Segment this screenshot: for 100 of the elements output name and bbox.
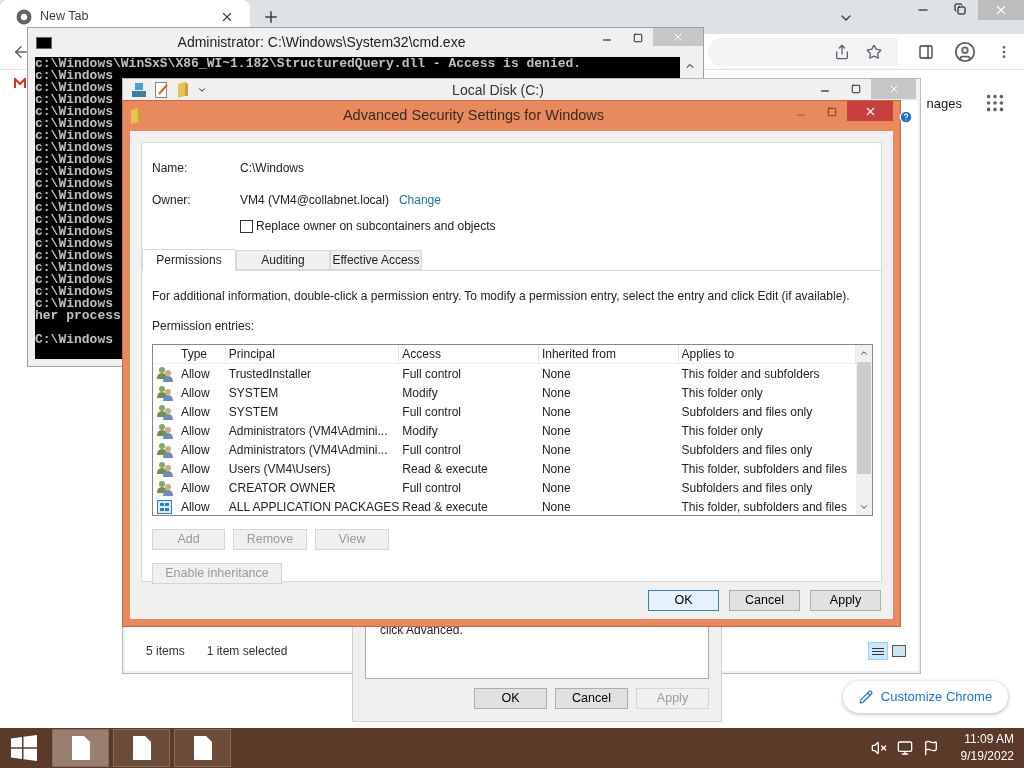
- profile-icon[interactable]: [954, 40, 976, 63]
- taskbar-button[interactable]: [52, 729, 109, 767]
- table-cell-text: This folder, subfolders and files: [680, 460, 848, 478]
- tab[interactable]: Auditing: [236, 250, 330, 270]
- help-icon[interactable]: [899, 110, 913, 124]
- dialog-button[interactable]: OK: [474, 688, 547, 709]
- start-icon[interactable]: [11, 735, 37, 761]
- maximize-icon[interactable]: [851, 84, 861, 94]
- dialog-button[interactable]: Cancel: [729, 590, 800, 611]
- scroll-thumb[interactable]: [857, 362, 871, 474]
- network-icon[interactable]: [896, 740, 913, 756]
- table-cell-text: Subfolders and files only: [680, 441, 814, 459]
- window-title: Advanced Security Settings for Windows: [341, 106, 606, 126]
- table-cell-text: CREATOR OWNER: [227, 479, 337, 497]
- name-label: Name:: [152, 160, 189, 177]
- table-cell-text: SYSTEM: [227, 403, 280, 421]
- permission-row[interactable]: Allow ALL APPLICATION PACKAGES Read & execute None This folder, subfolders and files: [153, 497, 856, 515]
- table-cell-text: None: [540, 384, 572, 402]
- entries-label: Permission entries:: [152, 318, 256, 335]
- package-icon: [157, 498, 173, 515]
- clock[interactable]: 11:09 AM 9/19/2022: [960, 731, 1014, 765]
- table-cell-text: Users (VM4\Users): [227, 460, 332, 478]
- table-cell-text: Allow: [179, 384, 211, 402]
- table-cell-text: None: [540, 403, 572, 421]
- dialog-button[interactable]: Apply: [810, 590, 881, 611]
- table-cell-text: Administrators (VM4\Admini...: [227, 441, 389, 459]
- window-title: Administrator: C:\Windows\System32\cmd.exe: [176, 33, 467, 52]
- table-cell-text: Administrators (VM4\Admini...: [227, 422, 389, 440]
- table-cell-text: Allow: [179, 498, 211, 515]
- table-cell-text: None: [540, 441, 572, 459]
- change-link[interactable]: Change: [398, 191, 441, 209]
- flag-icon[interactable]: [922, 740, 939, 756]
- scroll-up-icon[interactable]: [859, 348, 869, 358]
- table-cell-text: Allow: [179, 403, 211, 421]
- customize-chrome-button[interactable]: Customize Chrome: [843, 681, 1008, 713]
- scrollbar[interactable]: [856, 345, 872, 515]
- document-icon: [71, 736, 90, 760]
- user-group-icon: [157, 460, 173, 477]
- tab[interactable]: Permissions: [142, 249, 236, 271]
- table-cell-text: Allow: [179, 365, 211, 383]
- column-header[interactable]: Access: [399, 345, 539, 363]
- scroll-down-icon[interactable]: [859, 502, 869, 512]
- side-panel-icon[interactable]: [918, 43, 934, 60]
- permission-row[interactable]: Allow Administrators (VM4\Admini... Modify None This folder only: [153, 421, 856, 440]
- dialog-button[interactable]: Cancel: [555, 688, 628, 709]
- permission-row[interactable]: Allow TrustedInstaller Full control None This folder and subfolders: [153, 364, 856, 383]
- table-cell-text: None: [540, 460, 572, 478]
- new-tab-icon[interactable]: [262, 8, 280, 26]
- drive-icon: [131, 82, 147, 98]
- taskbar-button[interactable]: [174, 729, 231, 767]
- table-cell-text: This folder only: [680, 384, 764, 402]
- permission-row[interactable]: Allow CREATOR OWNER Full control None Subfolders and files only: [153, 478, 856, 497]
- apps-icon[interactable]: [984, 92, 1006, 114]
- table-cell-text: TrustedInstaller: [227, 365, 313, 383]
- details-view-icon[interactable]: [868, 642, 888, 660]
- table-cell-text: SYSTEM: [227, 384, 280, 402]
- owner-value: VM4 (VM4@collabnet.local): [240, 192, 389, 209]
- dialog-button[interactable]: OK: [648, 590, 719, 611]
- tab[interactable]: Effective Access: [330, 250, 422, 270]
- table-cell-text: None: [540, 498, 572, 515]
- column-header[interactable]: Principal: [225, 345, 400, 363]
- bookmark-star-icon[interactable]: [866, 43, 882, 60]
- mail-icon[interactable]: [14, 78, 26, 88]
- status-text: 1 item selected: [206, 643, 288, 660]
- table-cell-text: Allow: [179, 441, 211, 459]
- table-cell-text: Modify: [401, 422, 439, 440]
- permission-row[interactable]: Allow Administrators (VM4\Admini... Full control None Subfolders and files only: [153, 440, 856, 459]
- window-title: Local Disk (C:): [451, 80, 545, 100]
- permission-row[interactable]: Allow SYSTEM Modify None This folder only: [153, 383, 856, 402]
- table-cell-text: None: [540, 422, 572, 440]
- browser-tab[interactable]: New Tab: [0, 0, 250, 27]
- column-header[interactable]: Inherited from: [538, 345, 679, 363]
- share-icon[interactable]: [834, 43, 850, 60]
- name-value: C:\Windows: [240, 160, 305, 177]
- properties-icon[interactable]: [155, 82, 169, 98]
- taskbar-button[interactable]: [113, 729, 170, 767]
- user-group-icon: [157, 422, 173, 439]
- user-group-icon: [157, 365, 173, 382]
- user-group-icon: [157, 384, 173, 401]
- thumbnail-view-icon[interactable]: [892, 645, 906, 657]
- table-cell-text: This folder only: [680, 422, 764, 440]
- maximize-icon[interactable]: [633, 33, 643, 43]
- table-cell-text: None: [540, 365, 572, 383]
- permission-row[interactable]: Allow Users (VM4\Users) Read & execute None This folder, subfolders and files: [153, 459, 856, 478]
- images-link[interactable]: nages: [926, 93, 962, 114]
- permission-row[interactable]: Allow SYSTEM Full control None Subfolders and files only: [153, 402, 856, 421]
- document-icon: [193, 736, 212, 760]
- table-cell-text: Full control: [401, 441, 462, 459]
- column-header[interactable]: Type: [178, 345, 226, 363]
- user-group-icon: [157, 403, 173, 420]
- folder-icon: [130, 108, 142, 124]
- dropdown-icon[interactable]: [197, 85, 207, 95]
- volume-muted-icon[interactable]: [870, 740, 887, 756]
- restore-icon[interactable]: [954, 3, 966, 15]
- table-cell-text: Read & execute: [401, 498, 489, 515]
- table-cell-text: Subfolders and files only: [680, 403, 814, 421]
- table-cell-text: Full control: [401, 365, 462, 383]
- pencil-icon: [858, 690, 873, 704]
- table-cell-text: Full control: [401, 479, 462, 497]
- console-icon: [36, 36, 52, 49]
